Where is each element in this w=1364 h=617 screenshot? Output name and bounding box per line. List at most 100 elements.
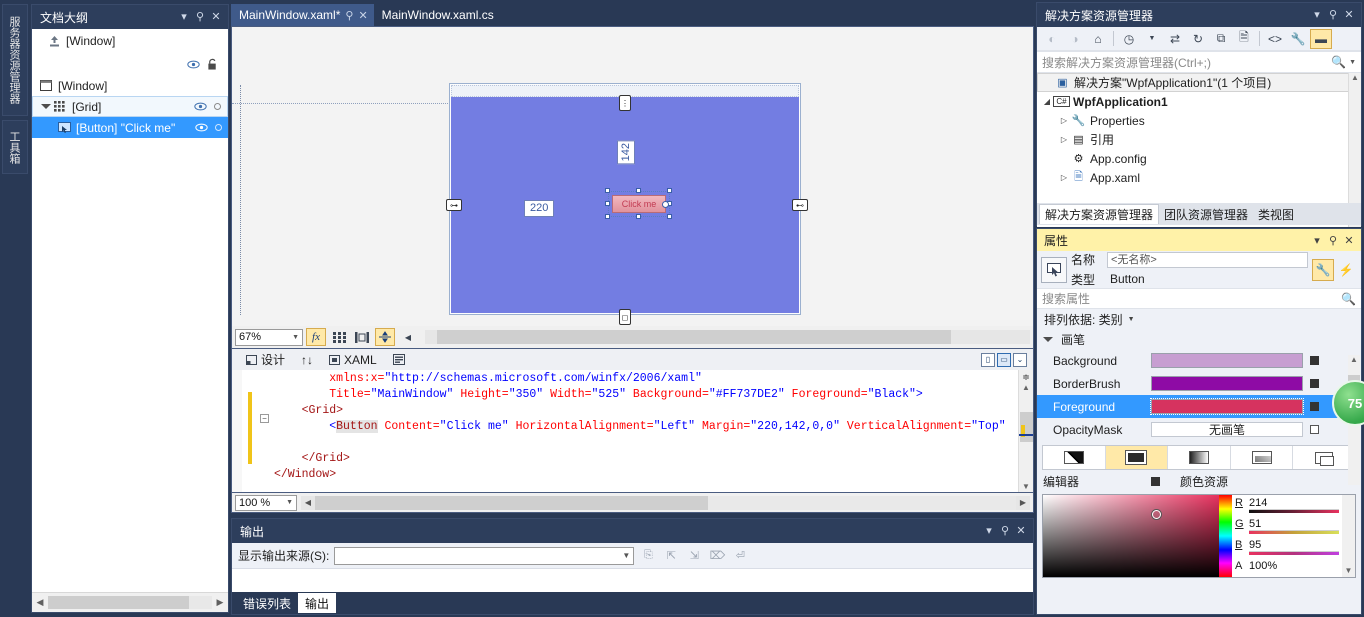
close-icon[interactable]: ✕ [1341,6,1357,24]
expander-closed-icon[interactable]: ▷ [1058,173,1070,182]
resize-handle-nw[interactable] [605,188,610,193]
chevron-down-icon[interactable]: ▼ [286,499,293,506]
pin-icon[interactable]: ⚲ [192,8,208,26]
g-value[interactable]: 51 [1249,518,1339,531]
chevron-down-icon[interactable]: ▼ [292,334,299,341]
properties-search[interactable]: 搜索属性 🔍 [1037,289,1361,309]
outline-horizontal-scrollbar[interactable]: ◀ ▶ [32,592,228,612]
property-advanced-button[interactable] [1310,356,1319,365]
chevron-down-icon[interactable]: ▾ [176,8,192,26]
scroll-down-arrow[interactable]: ▼ [1342,566,1355,575]
view-code-icon[interactable]: <> [1264,29,1286,49]
scroll-thumb[interactable] [48,596,190,609]
properties-tab-icon[interactable]: 🔧 [1312,258,1334,281]
expander-open-icon[interactable]: ◢ [1041,97,1053,106]
code-vertical-scrollbar[interactable]: ≑ ▲ ▼ [1018,370,1033,492]
scroll-left-arrow[interactable]: ◀ [301,498,315,507]
home-icon[interactable]: ⌂ [1087,29,1109,49]
chevron-down-icon[interactable]: ▼ [622,551,630,560]
tab-team-explorer[interactable]: 团队资源管理器 [1159,204,1253,224]
scroll-up-arrow[interactable]: ▲ [1348,355,1360,364]
code-line[interactable]: xmlns:x="http://schemas.microsoft.com/wi… [274,371,1033,387]
properties-icon[interactable]: 🔧 [1287,29,1309,49]
brush-resource-tab[interactable] [1293,446,1355,469]
effects-toggle-button[interactable]: fx [306,328,326,346]
property-row[interactable]: Background [1037,349,1361,372]
expander-closed-icon[interactable]: ▷ [1058,135,1070,144]
events-tab-icon[interactable]: ⚡ [1335,259,1357,281]
g-slider[interactable] [1249,531,1339,534]
close-icon[interactable]: ✕ [1013,522,1029,540]
property-advanced-button[interactable] [1310,425,1319,434]
chevron-down-icon[interactable]: ▾ [1309,234,1325,247]
code-line[interactable]: </Window> [274,467,1033,483]
pin-icon[interactable]: ⚲ [1325,234,1341,247]
properties-sort-row[interactable]: 排列依据: 类别 ▼ [1037,309,1361,330]
overflow-arrow[interactable]: ◀ [398,328,418,346]
lock-open-icon[interactable] [207,58,218,71]
color-cursor[interactable] [1152,509,1162,519]
code-line[interactable]: </Grid> [274,451,1033,467]
word-wrap-icon[interactable]: ⏎ [731,547,749,565]
lock-toggle-icon[interactable] [215,124,222,131]
vtab-server-explorer[interactable]: 服务器资源管理器 [2,4,28,116]
expander-icon[interactable] [41,104,51,109]
tab-error-list[interactable]: 错误列表 [236,593,298,613]
close-icon[interactable]: ✕ [1341,234,1357,247]
show-all-files-icon[interactable]: 🗎 [1233,29,1255,49]
solution-tree-row[interactable]: ▣ 解决方案"WpfApplication1"(1 个项目) [1037,73,1361,92]
scroll-track[interactable] [48,596,212,609]
margin-anchor-top[interactable]: ⋮ [619,95,631,111]
alignment-button[interactable] [375,328,395,346]
b-slider[interactable] [1249,552,1339,555]
fold-toggle[interactable]: − [260,414,269,423]
eye-icon[interactable] [195,121,208,134]
pin-icon[interactable]: ⚲ [345,9,353,22]
property-value-box[interactable]: 无画笔 [1151,422,1303,437]
designer-zoom-select[interactable]: 67% ▼ [235,328,303,346]
code-line[interactable]: <Button Content="Click me" HorizontalAli… [274,419,1033,435]
tab-class-view[interactable]: 类视图 [1253,204,1299,224]
snapping-button[interactable] [352,328,372,346]
outline-row-window[interactable]: [Window] [32,75,228,96]
solution-tree-row[interactable]: ▷ 🗎 App.xaml [1037,168,1361,187]
sync-icon[interactable]: ⇄ [1164,29,1186,49]
solution-tree-row[interactable]: ▷ ▤ 引用 [1037,130,1361,149]
search-icon[interactable]: 🔍 [1331,55,1346,69]
scroll-right-arrow[interactable]: ▶ [212,597,228,608]
properties-list[interactable]: 画笔 Background BorderBrush Foreground Opacit… [1037,330,1361,441]
color-resources-label[interactable]: 颜色资源 [1180,473,1228,490]
back-icon[interactable]: ◐ [1041,29,1063,49]
search-icon[interactable]: 🔍 [1341,292,1356,306]
scroll-right-arrow[interactable]: ▶ [1016,498,1030,507]
scroll-up-arrow[interactable]: ▲ [1019,383,1033,392]
tab-solution-explorer[interactable]: 解决方案资源管理器 [1039,204,1160,224]
vertical-split-button[interactable]: ▯ [981,352,995,367]
tab-output[interactable]: 输出 [298,593,337,613]
pin-icon[interactable]: ⚲ [1325,6,1341,24]
chevron-down-icon[interactable]: ▾ [981,522,997,540]
find-previous-icon[interactable]: ⇱ [662,547,680,565]
color-panel-scrollbar[interactable]: ▼ [1342,495,1355,577]
chevron-down-icon[interactable]: ▼ [1128,316,1135,323]
outline-row-grid[interactable]: [Grid] [32,96,228,117]
code-line[interactable] [274,435,1033,451]
preview-selected-icon[interactable]: ▬ [1310,28,1332,49]
code-horizontal-scrollbar[interactable]: ◀ ▶ [301,495,1030,510]
code-line[interactable]: Title="MainWindow" Height="350" Width="5… [274,387,1033,403]
solution-tree-row[interactable]: ◢ C# WpfApplication1 [1037,92,1361,111]
solid-brush-tab[interactable] [1105,446,1169,469]
code-line[interactable]: <Grid> [274,403,1033,419]
property-color-swatch[interactable] [1150,398,1304,415]
xaml-designer-surface[interactable]: ⋮ ◻ ⊶ ⊷ 220 142 Click me [231,26,1034,326]
tile-brush-tab[interactable] [1231,446,1294,469]
eye-icon[interactable] [194,100,207,113]
color-picker[interactable]: R 214 G 51 B 95 A 100% ▼ [1042,494,1356,578]
pin-icon[interactable]: ⚲ [997,522,1013,540]
property-color-swatch[interactable] [1151,376,1303,391]
close-icon[interactable]: ✕ [358,9,367,22]
scroll-track[interactable] [315,495,1016,510]
resize-handle-se[interactable] [667,214,672,219]
a-value[interactable]: 100% [1249,560,1339,573]
resize-handle-w[interactable] [605,201,610,206]
